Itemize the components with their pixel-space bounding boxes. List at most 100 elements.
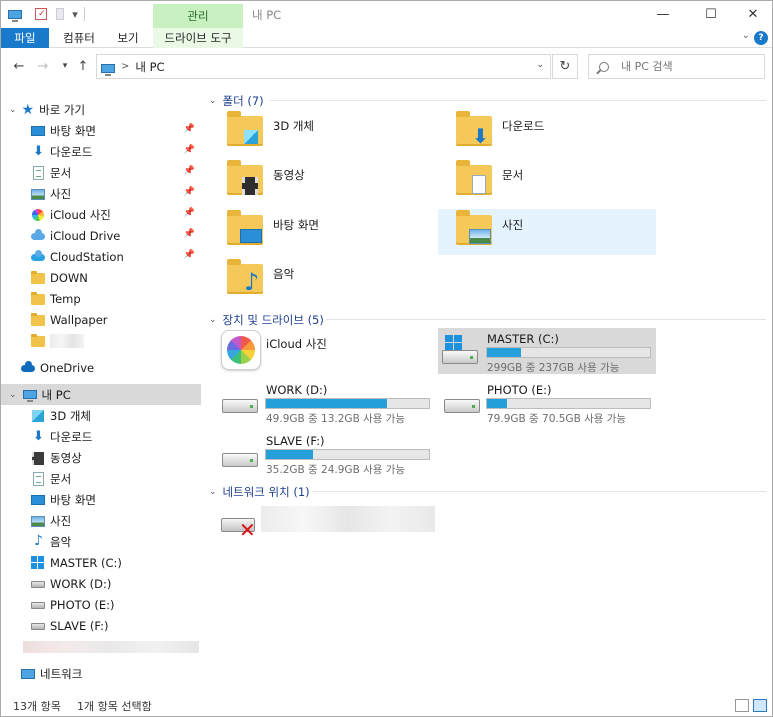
nav-quick-access[interactable]: ⌄ ★ 바로 가기 [1,99,201,120]
tab-view[interactable]: 보기 [107,28,149,48]
pin-icon[interactable]: 📌 [184,250,195,260]
icloud-photos-app-icon [221,330,261,370]
quick-access-dropdown-icon[interactable]: ▾ [69,6,81,22]
large-icons-view-icon[interactable] [753,699,767,712]
address-dropdown-icon[interactable]: ⌄ [536,60,544,70]
nav-item-documents[interactable]: 문서 📌 [1,162,201,183]
drive-tile-f[interactable]: SLAVE (F:) 35.2GB 중 24.9GB 사용 가능 [209,431,430,477]
pin-icon[interactable]: 📌 [184,124,195,134]
drive-icon [31,619,45,633]
folder-tile-documents[interactable]: 문서 [438,159,656,205]
address-bar[interactable]: > 내 PC ⌄ [96,54,551,79]
collapse-chevron-icon[interactable]: ⌄ [209,315,217,325]
cloudstation-icon [31,249,45,264]
app-pc-icon[interactable] [7,6,23,22]
pin-icon[interactable]: 📌 [184,208,195,218]
file-explorer-window: ✓ ▾ 관리 내 PC — ☐ ✕ 파일 컴퓨터 보기 드라이브 도구 ⌄ ? … [0,0,773,717]
group-header-devices[interactable]: ⌄ 장치 및 드라이브 (5) [209,312,324,328]
up-button[interactable]: ↑ [75,57,91,75]
collapse-ribbon-icon[interactable]: ⌄ [742,30,750,41]
folder-tile-music[interactable]: ♪ 음악 [209,258,427,304]
device-tile-icloud-photos[interactable]: iCloud 사진 [209,328,427,374]
nav-onedrive[interactable]: OneDrive [1,357,201,378]
back-button[interactable]: ← [11,57,27,75]
drive-tile-e[interactable]: PHOTO (E:) 79.9GB 중 70.5GB 사용 가능 [438,381,656,427]
nav-label: Wallpaper [50,312,108,327]
nav-item-wallpaper[interactable]: Wallpaper [1,309,201,330]
folder-tile-desktop[interactable]: 바탕 화면 [209,209,427,255]
nav-item-music[interactable]: ♪ 음악 [1,531,201,552]
nav-label: 네트워크 [40,666,83,681]
network-location-tile[interactable]: ✕ [209,504,441,550]
nav-label: 사진 [50,513,72,528]
nav-item-desktop[interactable]: 바탕 화면 📌 [1,120,201,141]
nav-item-redacted-folder[interactable] [1,330,201,351]
nav-label: 사진 [50,186,72,201]
nav-item-drive-d[interactable]: WORK (D:) [1,573,201,594]
refresh-button[interactable]: ↻ [552,54,578,79]
search-box[interactable] [588,54,765,79]
pin-icon[interactable]: 📌 [184,187,195,197]
nav-this-pc[interactable]: ⌄ 내 PC [1,384,201,405]
group-header-network[interactable]: ⌄ 네트워크 위치 (1) [209,484,310,500]
expand-chevron-icon[interactable]: ⌄ [9,105,17,115]
recent-locations-dropdown[interactable]: ▾ [57,57,73,75]
search-input[interactable] [621,60,761,73]
nav-item-drive-c[interactable]: MASTER (C:) [1,552,201,573]
folder-tile-pictures[interactable]: 사진 [438,209,656,255]
drive-usage-bar [265,449,430,460]
nav-item-down[interactable]: DOWN [1,267,201,288]
nav-item-icloud-drive[interactable]: iCloud Drive 📌 [1,225,201,246]
group-label: 네트워크 위치 (1) [222,485,310,499]
maximize-button[interactable]: ☐ [689,1,733,28]
nav-item-3d-objects[interactable]: 3D 개체 [1,405,201,426]
manage-context-tab[interactable]: 관리 [153,4,243,28]
nav-item-documents-pc[interactable]: 문서 [1,468,201,489]
nav-item-downloads-pc[interactable]: ⬇ 다운로드 [1,426,201,447]
folder-tile-downloads[interactable]: ⬇ 다운로드 [438,110,656,156]
forward-button[interactable]: → [35,57,51,75]
nav-item-downloads[interactable]: ⬇ 다운로드 📌 [1,141,201,162]
folder-tile-videos[interactable]: 동영상 [209,159,427,205]
folder-tile-3d-objects[interactable]: 3D 개체 [209,110,427,156]
nav-item-pictures[interactable]: 사진 📌 [1,183,201,204]
tab-computer[interactable]: 컴퓨터 [53,28,105,48]
collapse-chevron-icon[interactable]: ⌄ [209,487,217,497]
nav-item-temp[interactable]: Temp [1,288,201,309]
drive-tile-c[interactable]: MASTER (C:) 299GB 중 237GB 사용 가능 [438,328,656,374]
nav-item-redacted-location[interactable] [1,636,201,657]
expand-chevron-icon[interactable]: ⌄ [9,390,17,400]
nav-item-videos[interactable]: 동영상 [1,447,201,468]
tab-file[interactable]: 파일 [1,28,49,48]
breadcrumb-this-pc[interactable]: 내 PC [135,59,164,75]
help-button[interactable]: ? [754,31,768,45]
nav-label: 동영상 [50,450,82,465]
properties-icon[interactable]: ✓ [33,6,49,22]
nav-item-pictures-pc[interactable]: 사진 [1,510,201,531]
pin-icon[interactable]: 📌 [184,166,195,176]
nav-item-icloud-photos[interactable]: iCloud 사진 📌 [1,204,201,225]
folder-icon [31,270,45,285]
nav-item-desktop-pc[interactable]: 바탕 화면 [1,489,201,510]
tab-drive-tools[interactable]: 드라이브 도구 [153,28,243,48]
collapse-chevron-icon[interactable]: ⌄ [209,96,217,106]
group-header-folders[interactable]: ⌄ 폴더 (7) [209,93,264,109]
pin-icon[interactable]: 📌 [184,229,195,239]
nav-label: WORK (D:) [50,576,112,591]
nav-item-cloudstation[interactable]: CloudStation 📌 [1,246,201,267]
nav-item-drive-f[interactable]: SLAVE (F:) [1,615,201,636]
documents-folder-icon [456,160,492,195]
tile-label: 동영상 [273,168,305,182]
nav-label: PHOTO (E:) [50,597,115,612]
nav-item-drive-e[interactable]: PHOTO (E:) [1,594,201,615]
nav-label: 3D 개체 [50,408,91,423]
nav-network[interactable]: 네트워크 [1,663,201,684]
desktop-folder-icon [227,210,263,245]
pin-icon[interactable]: 📌 [184,145,195,155]
details-view-icon[interactable] [735,699,749,712]
minimize-button[interactable]: — [641,1,685,28]
close-button[interactable]: ✕ [731,1,772,28]
new-folder-icon[interactable] [53,6,67,22]
drive-tile-d[interactable]: WORK (D:) 49.9GB 중 13.2GB 사용 가능 [209,381,430,427]
breadcrumb-separator[interactable]: > [121,61,129,72]
